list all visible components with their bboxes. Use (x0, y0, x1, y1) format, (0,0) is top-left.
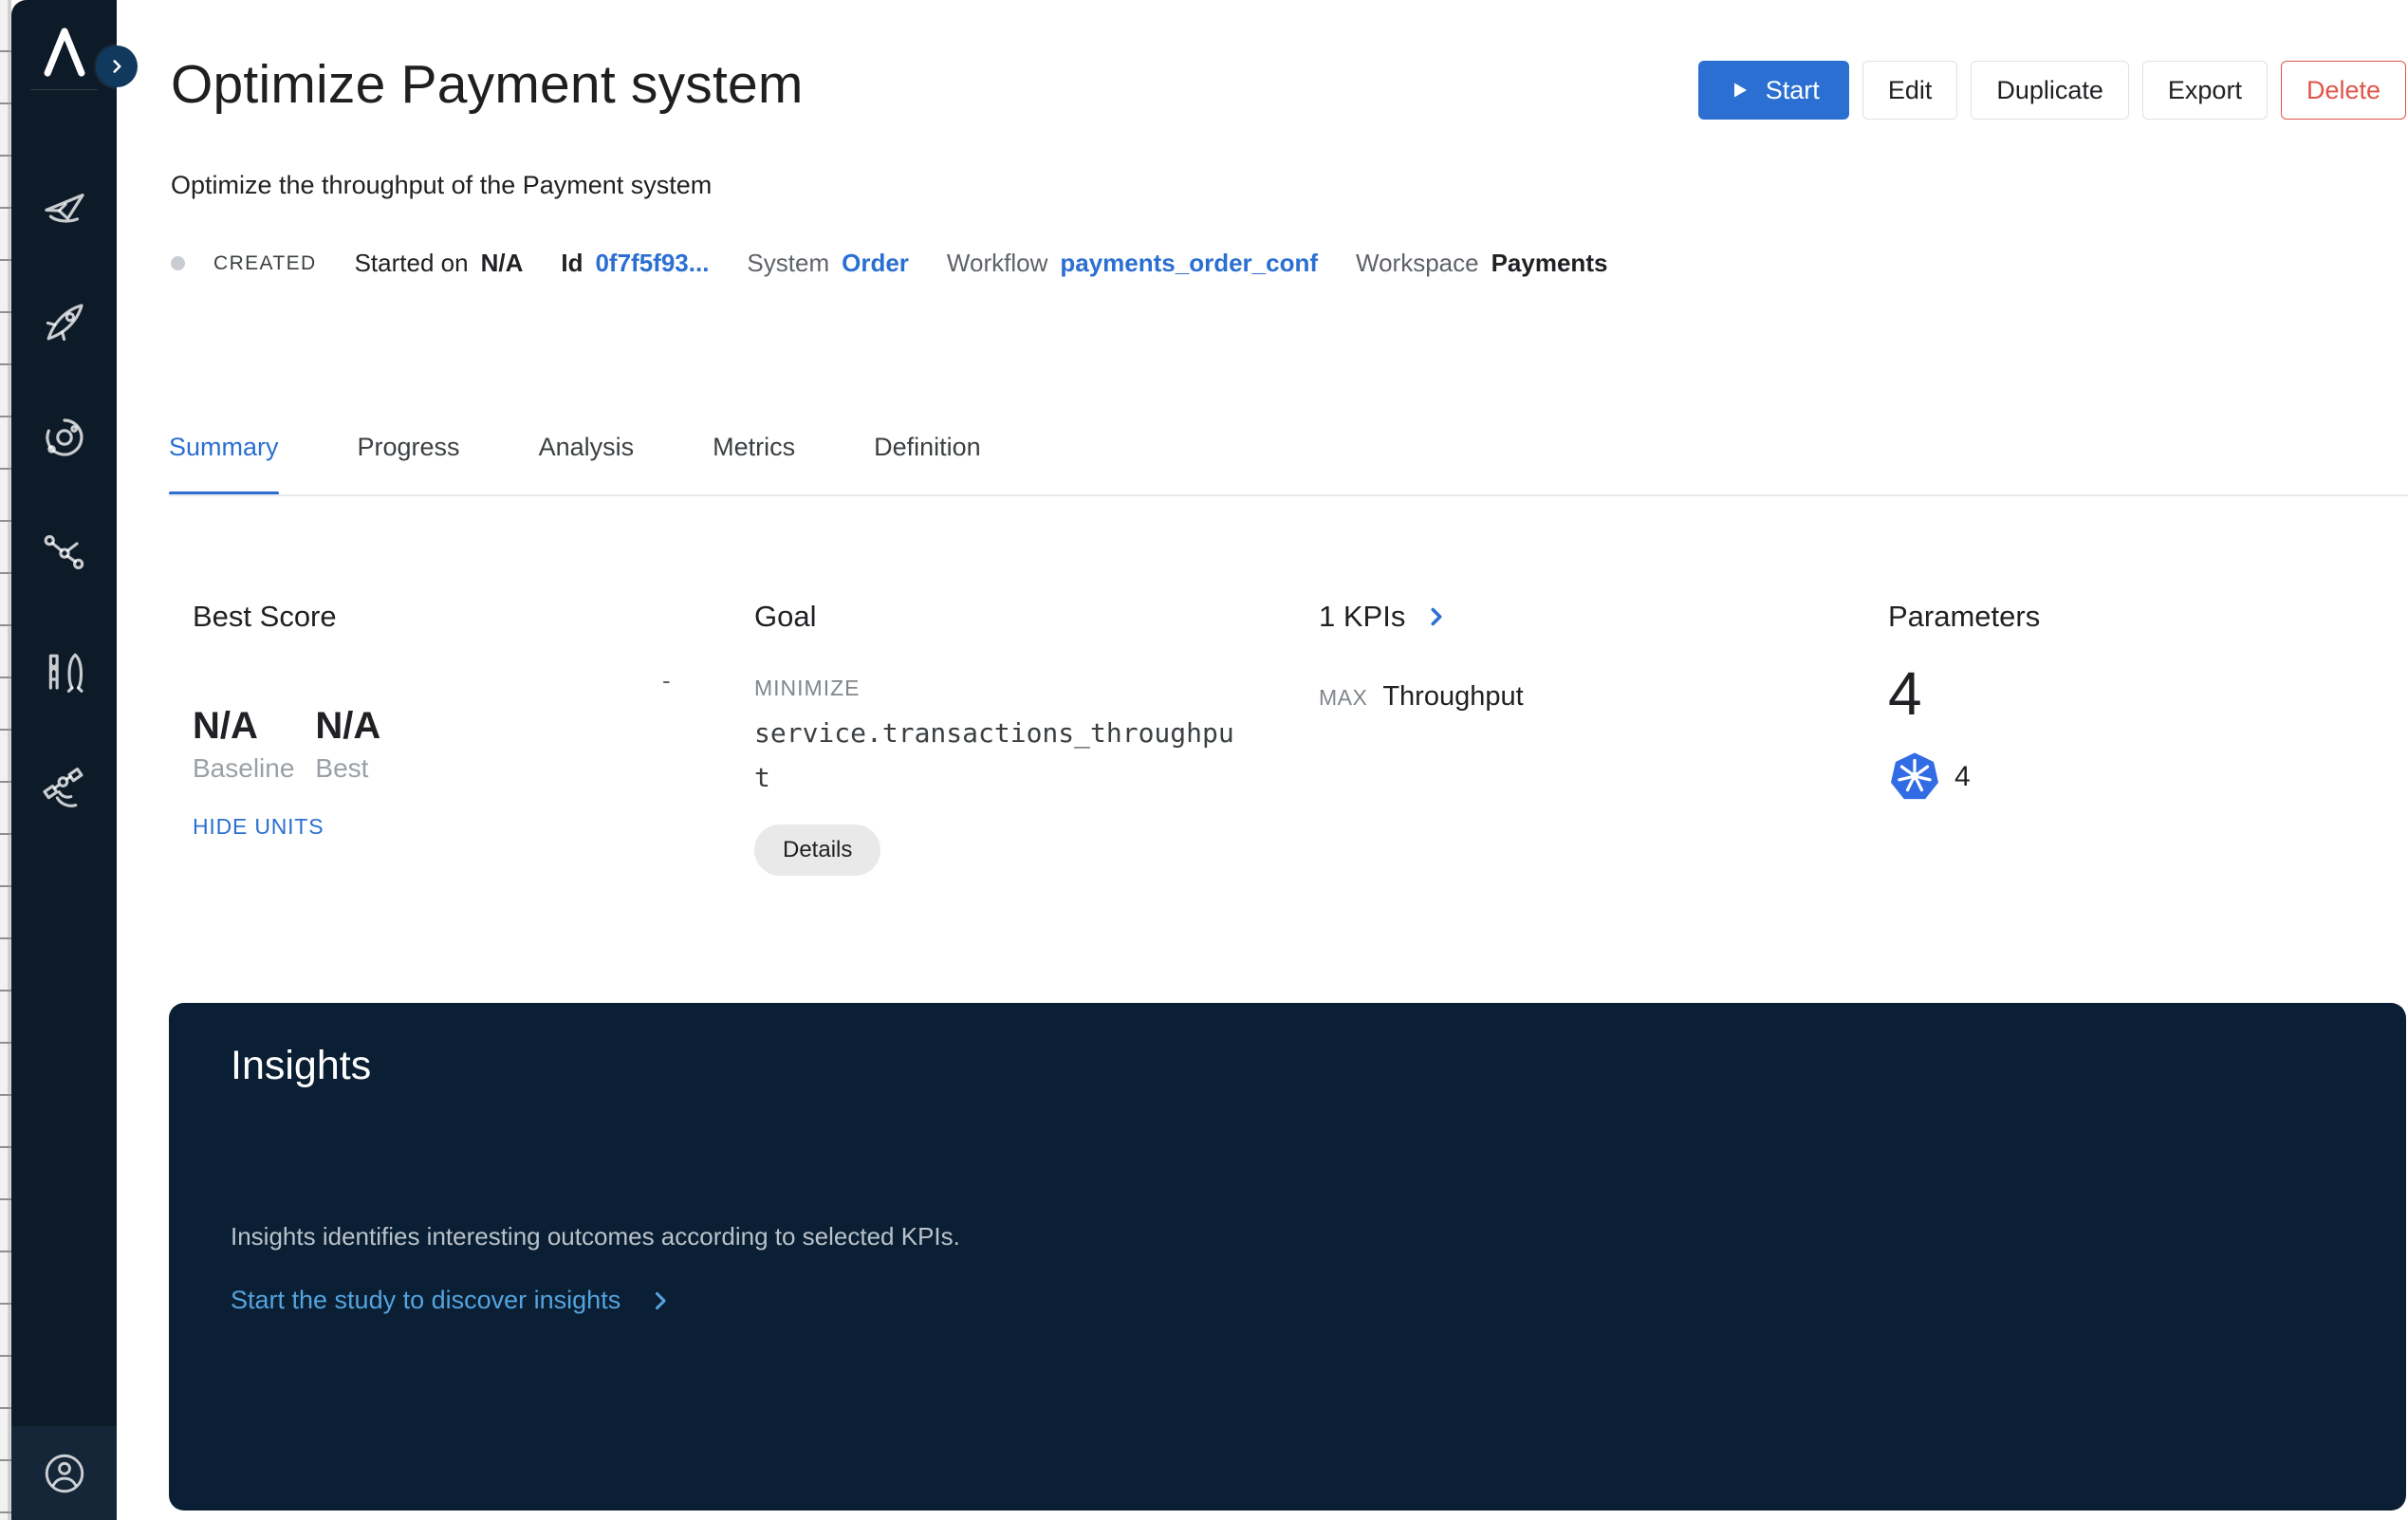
system-link[interactable]: Order (842, 249, 909, 278)
launchpad-icon (48, 653, 83, 693)
insights-description: Insights identifies interesting outcomes… (231, 1222, 960, 1251)
tab-metrics[interactable]: Metrics (713, 417, 795, 496)
chevron-right-icon (113, 60, 121, 73)
started-value: N/A (480, 249, 524, 277)
best-score-section: Best Score - N/A Baseline N/A Best HIDE … (193, 598, 724, 840)
sidebar-item-orbit[interactable] (11, 412, 117, 463)
duplicate-button[interactable]: Duplicate (1971, 61, 2129, 120)
best-value: N/A (315, 705, 381, 747)
kpi-direction: MAX (1319, 685, 1368, 710)
tab-definition[interactable]: Definition (874, 417, 981, 496)
parameters-section: Parameters 4 4 (1888, 598, 2362, 805)
satellite-icon (42, 767, 83, 807)
shuttle-icon (44, 194, 84, 223)
kubernetes-icon (1890, 752, 1939, 800)
app-root: Optimize Payment system Optimize the thr… (0, 0, 2408, 1520)
rocket-icon (46, 304, 83, 342)
workspace-label: Workspace (1356, 249, 1479, 277)
status-badge: CREATED (213, 251, 317, 274)
best-score-values: N/A Baseline N/A Best (193, 704, 724, 784)
best-score-placeholder: - (662, 666, 671, 695)
study-meta-row: CREATED Started on N/A Id 0f7f5f93... Sy… (171, 249, 1607, 278)
kubernetes-parameters-count: 4 (1954, 761, 1971, 792)
goal-direction: MINIMIZE (754, 676, 861, 700)
user-icon (45, 1454, 83, 1492)
edit-button[interactable]: Edit (1862, 61, 1958, 120)
lambda-logo-icon (44, 28, 84, 77)
details-button[interactable]: Details (754, 825, 881, 876)
workflow-link[interactable]: payments_order_conf (1060, 249, 1318, 278)
tab-progress[interactable]: Progress (358, 417, 460, 496)
system-label: System (747, 249, 830, 277)
tabs-divider (169, 494, 2408, 496)
orbit-icon (45, 418, 83, 456)
delete-button[interactable]: Delete (2280, 61, 2406, 120)
kpi-name: Throughput (1382, 681, 1524, 712)
sidebar-divider (30, 89, 98, 90)
chevron-right-icon (1431, 607, 1442, 626)
workflow-label: Workflow (946, 249, 1048, 277)
tab-summary[interactable]: Summary (169, 417, 279, 496)
workspace-value: Payments (1491, 249, 1608, 277)
insights-title: Insights (231, 1043, 372, 1088)
header-actions: Start Edit Duplicate Export Delete (1697, 61, 2406, 120)
sidebar-item-graph[interactable] (11, 527, 117, 578)
kubernetes-parameters: 4 (1888, 750, 2362, 805)
parameters-count: 4 (1888, 659, 1922, 728)
sidebar-account[interactable] (11, 1426, 117, 1520)
graph-icon (44, 534, 83, 569)
goal-section: Goal MINIMIZE service.transactions_throu… (754, 598, 1286, 876)
goal-heading: Goal (754, 600, 817, 633)
started-label: Started on (354, 249, 469, 277)
tab-analysis[interactable]: Analysis (539, 417, 635, 496)
sidebar-expand-button[interactable] (96, 46, 138, 87)
sidebar-item-rocket[interactable] (11, 297, 117, 348)
goal-metric: service.transactions_throughput (754, 717, 1234, 793)
play-icon (1733, 83, 1747, 98)
study-id-link[interactable]: 0f7f5f93... (595, 249, 709, 278)
id-label: Id (561, 249, 583, 277)
export-button[interactable]: Export (2141, 61, 2268, 120)
kpis-section: 1 KPIs MAX Throughput (1319, 598, 1850, 713)
hide-units-link[interactable]: HIDE UNITS (193, 814, 724, 840)
page-title: Optimize Payment system (171, 54, 804, 115)
baseline-value: N/A (193, 705, 258, 747)
best-label: Best (315, 753, 369, 783)
baseline-label: Baseline (193, 753, 295, 783)
insights-panel: Insights Insights identifies interesting… (169, 1003, 2406, 1511)
sidebar-item-launchpad[interactable] (11, 645, 117, 696)
start-button[interactable]: Start (1697, 61, 1849, 120)
sidebar-item-satellite[interactable] (11, 761, 117, 812)
sidebar (11, 0, 117, 1520)
kpi-item: MAX Throughput (1319, 681, 1850, 713)
kpis-heading: 1 KPIs (1319, 600, 1406, 633)
start-button-label: Start (1765, 75, 1820, 104)
chevron-right-icon (656, 1291, 666, 1309)
kpis-link[interactable]: 1 KPIs (1319, 598, 1850, 636)
insights-cta-label: Start the study to discover insights (231, 1286, 621, 1314)
status-dot (171, 256, 185, 270)
tab-bar: Summary Progress Analysis Metrics Defini… (169, 417, 981, 496)
parameters-heading: Parameters (1888, 600, 2041, 633)
background-window-edge (0, 0, 11, 1520)
sidebar-item-shuttle[interactable] (11, 181, 117, 232)
insights-cta-link[interactable]: Start the study to discover insights (231, 1286, 2406, 1315)
best-score-heading: Best Score (193, 600, 337, 633)
page-subtitle: Optimize the throughput of the Payment s… (171, 171, 713, 199)
